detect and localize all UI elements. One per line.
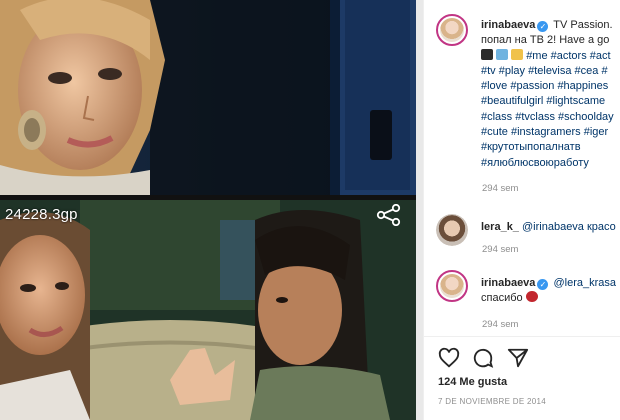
caption-author[interactable]: irinabaeva — [481, 19, 535, 31]
like-count[interactable]: 124 Me gusta — [438, 376, 507, 388]
verified-badge-icon: ✓ — [537, 21, 549, 32]
hashtags[interactable]: #tv #play #televisa #cea # — [481, 64, 620, 79]
share-nodes-icon[interactable] — [376, 203, 402, 227]
caption-time[interactable]: 294 sem — [482, 183, 518, 194]
hashtags[interactable]: #ялюблюсвоюработу — [481, 156, 620, 171]
video-filename: 24228.3gp — [5, 206, 78, 223]
pencil-icon — [496, 48, 509, 60]
comment-mention[interactable]: @lera_krasa — [553, 277, 616, 289]
comment-author[interactable]: lera_k_ — [481, 221, 519, 233]
caption-line: TV Passion. — [553, 19, 613, 31]
comment-text: lera_k_ @irinabaeva красо — [481, 220, 620, 235]
media-edge — [416, 0, 423, 420]
comment-icon[interactable] — [472, 347, 494, 369]
hashtags[interactable]: #beautifulgirl #lightscame — [481, 94, 620, 109]
comment-text: irinabaeva ✓ @lera_krasa спасибо — [481, 276, 620, 307]
post-date: 7 DE NOVIEMBRE DE 2014 — [438, 397, 546, 406]
video-frame-bottom — [0, 200, 416, 420]
comment-body[interactable]: @irinabaeva красо — [522, 221, 616, 233]
avatar[interactable] — [436, 14, 468, 46]
comment-author[interactable]: irinabaeva — [481, 277, 535, 289]
post-media[interactable]: 24228.3gp — [0, 0, 423, 420]
heart-icon[interactable] — [438, 347, 460, 369]
caption-text: irinabaeva ✓ TV Passion. попал на ТВ 2! H… — [481, 18, 620, 171]
comment-time[interactable]: 294 sem — [482, 319, 518, 330]
hashtags[interactable]: #крутотыпопалнатв — [481, 140, 620, 155]
hashtags[interactable]: #class #tvclass #schoolday — [481, 110, 620, 125]
hashtags[interactable]: #cute #instagramers #iger — [481, 125, 620, 140]
avatar[interactable] — [436, 214, 468, 246]
caption-line: попал на ТВ 2! Have a go — [481, 34, 610, 47]
comment-time[interactable]: 294 sem — [482, 244, 518, 255]
lips-icon — [525, 291, 538, 303]
send-icon[interactable] — [507, 347, 529, 369]
video-frame-top — [0, 0, 416, 195]
comment-body: спасибо — [481, 292, 523, 305]
hand-icon — [511, 48, 524, 60]
comments-panel: irinabaeva ✓ TV Passion. попал на ТВ 2! H… — [423, 0, 620, 420]
hashtags[interactable]: #me #actors #act — [526, 50, 610, 62]
post-actions: 124 Me gusta 7 DE NOVIEMBRE DE 2014 — [424, 336, 620, 420]
avatar[interactable] — [436, 270, 468, 302]
hashtags[interactable]: #love #passion #happines — [481, 79, 620, 94]
clapperboard-icon — [481, 48, 493, 60]
verified-badge-icon: ✓ — [537, 279, 549, 290]
